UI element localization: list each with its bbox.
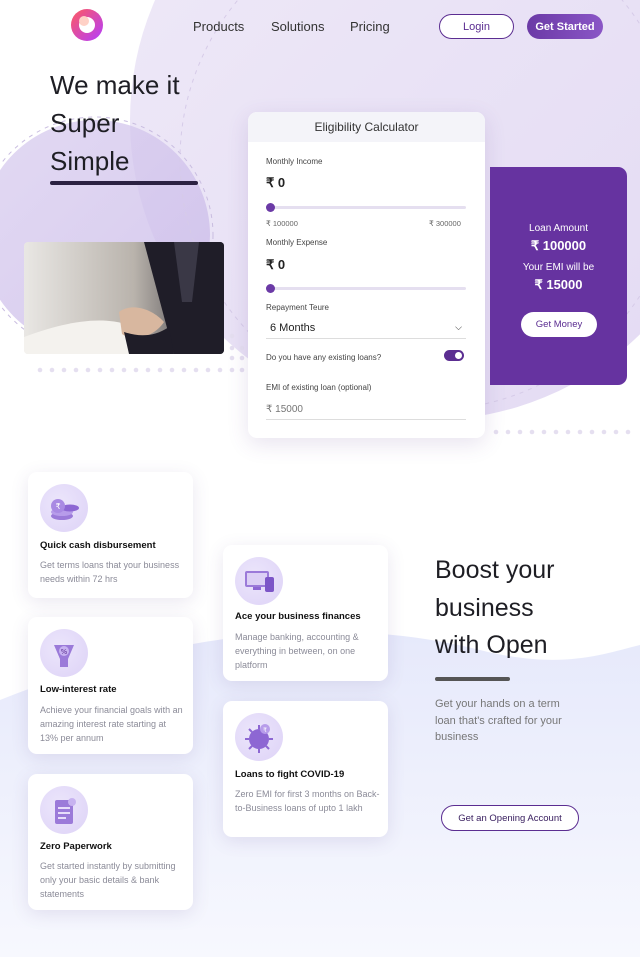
loan-amount-value: ₹ 100000 <box>530 238 587 253</box>
expense-slider-thumb[interactable] <box>266 284 275 293</box>
feature-desc: Achieve your financial goals with an ama… <box>40 705 183 743</box>
virus-icon: ₹ <box>235 713 283 761</box>
monthly-expense-slider[interactable] <box>266 284 466 293</box>
feature-title: Loans to fight COVID-19 <box>235 769 345 780</box>
feature-card-covid-loans: ₹ Loans to fight COVID-19 Zero EMI for f… <box>223 701 388 837</box>
handshake-image <box>24 242 224 354</box>
hero-underline <box>50 181 198 185</box>
loan-amount-label: Loan Amount <box>529 223 588 234</box>
boost-title: Boost your business with Open <box>435 552 625 665</box>
boost-description: Get your hands on a term loan that's cra… <box>435 698 562 743</box>
repayment-tenure-value: 6 Months <box>270 321 316 334</box>
feature-title: Zero Paperwork <box>40 841 112 852</box>
feature-card-zero-paperwork: Zero Paperwork Get started instantly by … <box>28 774 193 910</box>
login-button[interactable]: Login <box>439 14 514 39</box>
coins-icon: ₹ <box>40 484 88 532</box>
feature-title: Quick cash disbursement <box>40 540 156 551</box>
svg-text:₹: ₹ <box>263 727 267 734</box>
feature-card-quick-cash: ₹ Quick cash disbursement Get terms loan… <box>28 472 193 598</box>
toggle-knob <box>455 352 462 359</box>
boost-title-line: business <box>435 593 534 622</box>
nav-link-pricing[interactable]: Pricing <box>350 19 390 34</box>
monthly-income-label: Monthly Income <box>266 157 323 166</box>
monthly-expense-label: Monthly Expense <box>266 238 328 247</box>
open-account-button[interactable]: Get an Opening Account <box>441 805 579 831</box>
feature-title: Low-interest rate <box>40 684 117 695</box>
hero-title-line: Super <box>50 108 120 138</box>
feature-card-business-finances: Ace your business finances Manage bankin… <box>223 545 388 681</box>
income-range-max: ₹ 300000 <box>429 219 461 228</box>
nav-link-solutions[interactable]: Solutions <box>271 19 324 34</box>
feature-title: Ace your business finances <box>235 611 361 622</box>
emi-label: Your EMI will be <box>522 262 595 273</box>
feature-desc: Manage banking, accounting & everything … <box>235 632 359 670</box>
document-icon <box>40 786 88 834</box>
hero-title-line: Simple <box>50 146 130 176</box>
monthly-income-value: ₹ 0 <box>266 175 286 190</box>
boost-underline <box>435 677 510 681</box>
emi-value: ₹ 15000 <box>534 277 583 292</box>
monthly-income-slider[interactable] <box>266 203 466 212</box>
repayment-tenure-label: Repayment Teure <box>266 303 329 312</box>
income-slider-thumb[interactable] <box>266 203 275 212</box>
feature-desc: Zero EMI for first 3 months on Back-to-B… <box>235 789 380 813</box>
emi-existing-loan-input[interactable] <box>266 400 466 420</box>
calculator-title: Eligibility Calculator <box>248 112 485 142</box>
boost-title-line: Boost your <box>435 556 555 584</box>
monthly-expense-value: ₹ 0 <box>266 257 286 272</box>
boost-title-line: with Open <box>435 631 548 659</box>
income-range-min: ₹ 100000 <box>266 219 298 228</box>
hero-title: We make it Super Simple <box>50 66 230 180</box>
existing-loans-label: Do you have any existing loans? <box>266 353 382 362</box>
loan-summary-panel: Loan Amount ₹ 100000 Your EMI will be ₹ … <box>490 167 627 385</box>
chevron-down-icon: ⌵ <box>455 322 462 332</box>
feature-desc: Get terms loans that your business needs… <box>40 560 180 584</box>
svg-text:₹: ₹ <box>55 502 60 511</box>
svg-text:%: % <box>61 648 68 656</box>
feature-desc: Get started instantly by submitting only… <box>40 861 176 899</box>
feature-card-low-interest: % Low-interest rate Achieve your financi… <box>28 617 193 754</box>
percent-icon: % <box>40 629 88 677</box>
eligibility-calculator: Eligibility Calculator Monthly Income ₹ … <box>248 112 485 438</box>
hero-title-line: We make it <box>50 70 180 100</box>
get-started-button[interactable]: Get Started <box>527 14 603 39</box>
brand-logo[interactable] <box>70 8 104 42</box>
existing-loans-toggle[interactable] <box>444 350 464 361</box>
repayment-tenure-select[interactable]: 6 Months ⌵ <box>266 317 466 339</box>
get-money-button[interactable]: Get Money <box>521 312 597 337</box>
nav-link-products[interactable]: Products <box>193 19 244 34</box>
emi-existing-loan-label: EMI of existing loan (optional) <box>266 383 372 392</box>
devices-icon <box>235 557 283 605</box>
